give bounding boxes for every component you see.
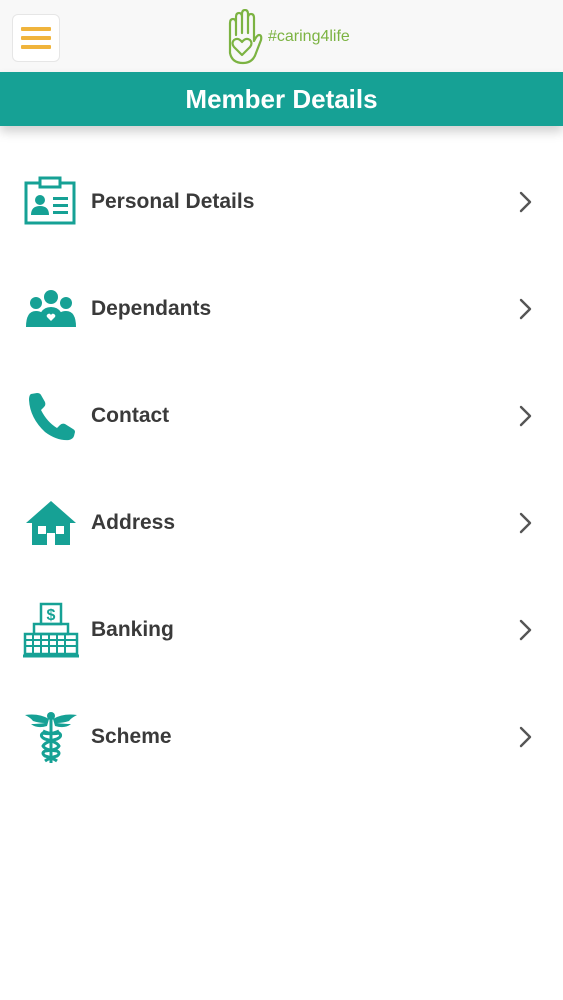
menu-item-banking[interactable]: $ Banking xyxy=(0,576,563,683)
menu-item-contact[interactable]: Contact xyxy=(0,362,563,469)
menu-item-personal-details[interactable]: Personal Details xyxy=(0,148,563,255)
app-screen: #caring4life Member Details Personal Det… xyxy=(0,0,563,1000)
phone-icon xyxy=(22,387,80,445)
menu-item-label: Scheme xyxy=(91,724,172,748)
people-group-icon xyxy=(22,280,80,338)
chevron-right-icon xyxy=(519,191,532,212)
svg-text:$: $ xyxy=(47,607,56,624)
caduceus-icon xyxy=(22,708,80,766)
menu-item-label: Contact xyxy=(91,403,170,427)
hand-heart-icon xyxy=(228,9,263,65)
menu-item-address[interactable]: Address xyxy=(0,469,563,576)
menu-item-scheme[interactable]: Scheme xyxy=(0,683,563,790)
menu-item-dependants[interactable]: Dependants xyxy=(0,255,563,362)
chevron-right-icon xyxy=(519,298,532,319)
member-details-menu: Personal Details Dependants Contact Addr… xyxy=(0,148,563,790)
menu-item-label: Banking xyxy=(91,617,174,641)
bank-building-icon: $ xyxy=(22,601,80,659)
menu-button[interactable] xyxy=(12,14,60,62)
house-icon xyxy=(22,494,80,552)
page-title: Member Details xyxy=(185,83,378,114)
menu-item-label: Dependants xyxy=(91,296,212,320)
logo: #caring4life xyxy=(222,8,350,66)
chevron-right-icon xyxy=(519,619,532,640)
menu-item-label: Personal Details xyxy=(91,189,255,213)
hamburger-icon xyxy=(21,27,51,31)
menu-item-label: Address xyxy=(91,510,176,534)
chevron-right-icon xyxy=(519,512,532,533)
id-card-icon xyxy=(22,173,80,231)
top-bar: #caring4life xyxy=(0,0,563,72)
logo-text: #caring4life xyxy=(268,28,350,45)
chevron-right-icon xyxy=(519,726,532,747)
title-bar: Member Details xyxy=(0,72,563,126)
chevron-right-icon xyxy=(519,405,532,426)
